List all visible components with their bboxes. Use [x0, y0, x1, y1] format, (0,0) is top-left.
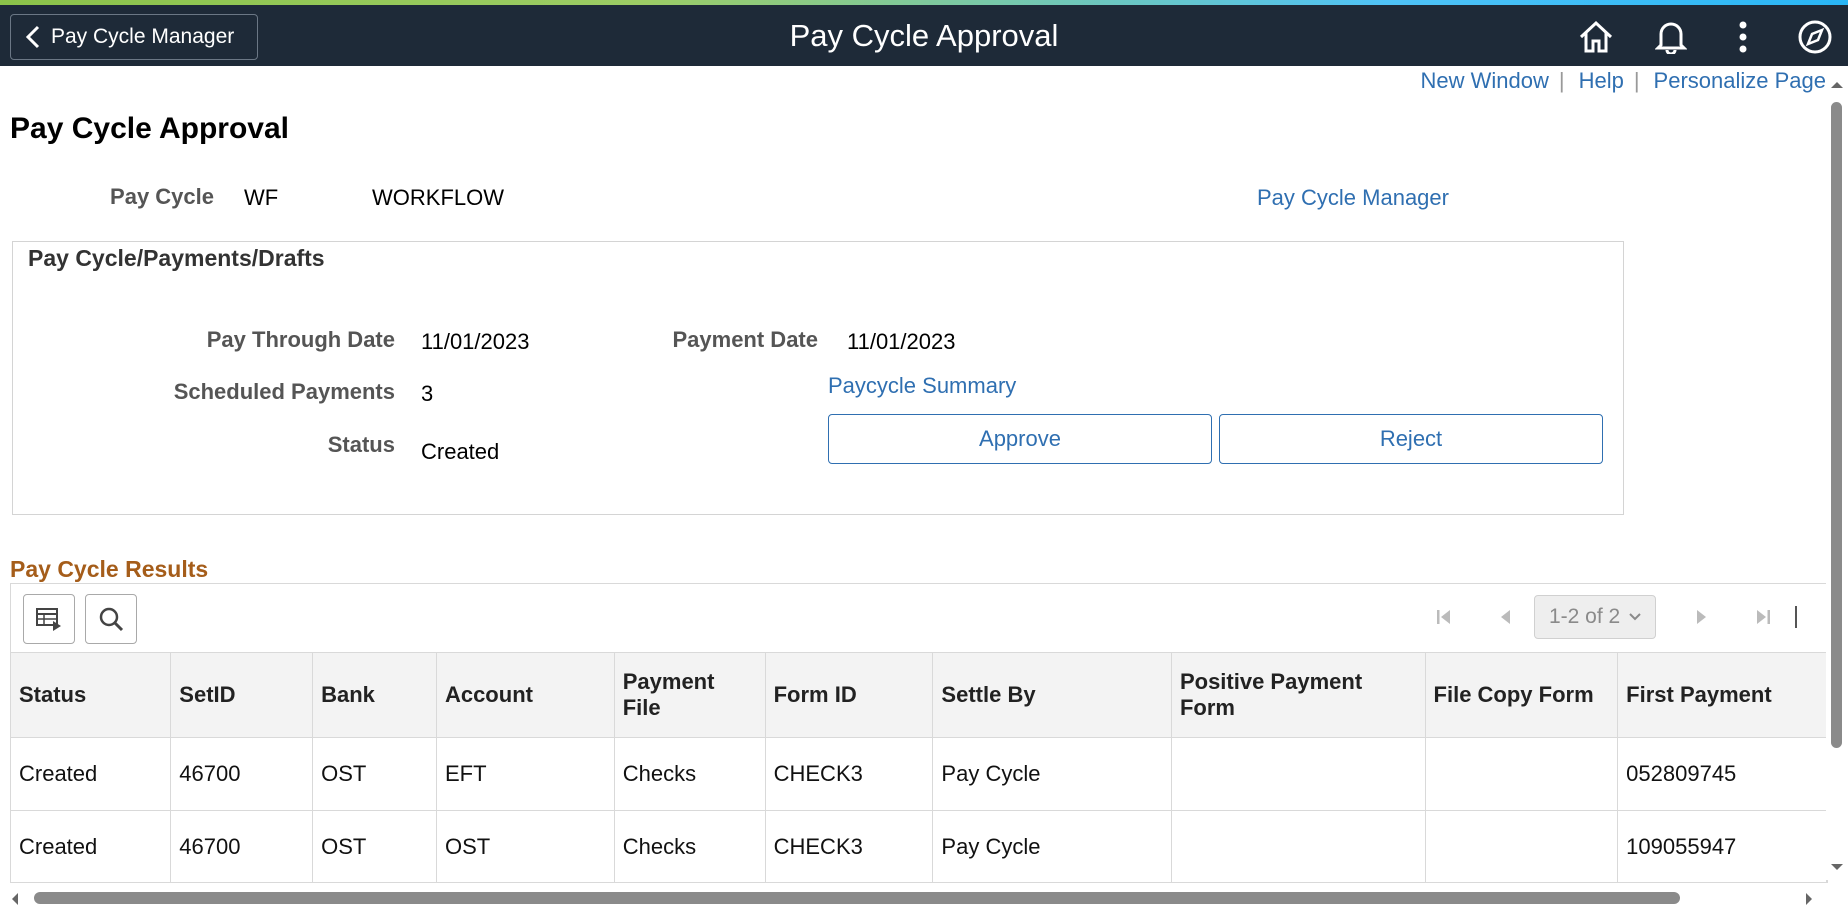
scroll-down-icon[interactable] — [1829, 862, 1845, 872]
pay-cycle-code: WF — [244, 185, 279, 210]
utility-links: New Window | Help | Personalize Page — [1420, 68, 1826, 94]
cell-bank: OST — [312, 737, 437, 811]
column-header-positive-payment-form[interactable]: Positive Payment Form — [1171, 652, 1426, 738]
new-window-link[interactable]: New Window — [1420, 68, 1548, 93]
column-header-first-payment[interactable]: First Payment — [1617, 652, 1827, 738]
cell-form-id: CHECK3 — [765, 737, 934, 811]
personalize-page-link[interactable]: Personalize Page — [1654, 68, 1826, 93]
cell-setid: 46700 — [170, 737, 314, 811]
top-navigation-bar: Pay Cycle Manager Pay Cycle Approval — [0, 5, 1848, 66]
approve-button[interactable]: Approve — [828, 414, 1212, 464]
next-page-icon[interactable] — [1686, 602, 1716, 632]
toolbar-divider — [1795, 606, 1797, 628]
scroll-up-icon[interactable] — [1829, 80, 1845, 90]
notifications-icon[interactable] — [1651, 17, 1691, 57]
cell-status: Created — [11, 810, 172, 882]
cell-payment-file: Checks — [614, 810, 766, 882]
first-page-icon[interactable] — [1429, 602, 1459, 632]
separator: | — [1633, 68, 1640, 93]
column-header-settle-by[interactable]: Settle By — [932, 652, 1172, 738]
cell-payment-file: Checks — [614, 737, 766, 811]
column-header-payment-file[interactable]: Payment File — [614, 652, 766, 738]
chevron-down-icon — [1629, 613, 1641, 621]
cell-settle-by: Pay Cycle — [932, 737, 1172, 811]
cell-file-copy-form — [1425, 737, 1619, 811]
home-icon[interactable] — [1576, 17, 1616, 57]
page-range-text: 1-2 of 2 — [1549, 605, 1621, 628]
search-icon[interactable] — [85, 594, 137, 644]
column-header-form-id[interactable]: Form ID — [765, 652, 934, 738]
group-box-title: Pay Cycle/Payments/Drafts — [28, 245, 325, 271]
page-title: Pay Cycle Approval — [10, 112, 290, 145]
page-range-select[interactable]: 1-2 of 2 — [1534, 595, 1656, 639]
cell-settle-by: Pay Cycle — [932, 810, 1172, 882]
table-row[interactable]: Created 46700 OST EFT Checks CHECK3 Pay … — [11, 737, 1827, 811]
cell-first-payment: 052809745 — [1617, 737, 1827, 811]
previous-page-icon[interactable] — [1491, 602, 1521, 632]
last-page-icon[interactable] — [1748, 602, 1778, 632]
results-table: Status SetID Bank Account Payment File F… — [11, 652, 1827, 882]
cell-setid: 46700 — [170, 810, 314, 882]
pay-cycle-label: Pay Cycle — [110, 184, 214, 209]
actions-menu-icon[interactable] — [1723, 17, 1763, 57]
status-value: Created — [421, 439, 500, 464]
pay-through-date-label: Pay Through Date — [206, 327, 395, 352]
paycycle-summary-link[interactable]: Paycycle Summary — [828, 373, 1016, 399]
payment-date-value: 11/01/2023 — [847, 329, 956, 354]
cell-bank: OST — [312, 810, 437, 882]
pay-cycle-description: WORKFLOW — [372, 185, 504, 210]
app-title: Pay Cycle Approval — [789, 18, 1059, 53]
results-grid: 1-2 of 2 Status SetID Bank Account Payme… — [10, 583, 1828, 883]
table-row[interactable]: Created 46700 OST OST Checks CHECK3 Pay … — [11, 810, 1827, 882]
pay-through-date-value: 11/01/2023 — [421, 329, 530, 354]
back-button-label: Pay Cycle Manager — [51, 25, 235, 48]
scheduled-payments-value: 3 — [421, 381, 434, 406]
cell-status: Created — [11, 737, 172, 811]
scroll-left-icon[interactable] — [10, 891, 20, 907]
chevron-left-icon — [25, 25, 40, 49]
cell-first-payment: 109055947 — [1617, 810, 1827, 882]
column-header-bank[interactable]: Bank — [312, 652, 437, 738]
navbar-compass-icon[interactable] — [1795, 17, 1835, 57]
column-header-file-copy-form[interactable]: File Copy Form — [1425, 652, 1619, 738]
column-header-status[interactable]: Status — [11, 652, 172, 738]
results-grid-title: Pay Cycle Results — [10, 556, 209, 582]
column-header-account[interactable]: Account — [436, 652, 615, 738]
cell-positive-payment-form — [1171, 810, 1426, 882]
vertical-scrollbar-thumb[interactable] — [1831, 102, 1842, 748]
column-header-setid[interactable]: SetID — [170, 652, 314, 738]
back-button[interactable]: Pay Cycle Manager — [10, 14, 258, 60]
payment-date-label: Payment Date — [672, 327, 818, 352]
pay-cycle-manager-link[interactable]: Pay Cycle Manager — [1257, 185, 1449, 211]
cell-file-copy-form — [1425, 810, 1619, 882]
status-label: Status — [327, 432, 395, 457]
horizontal-scrollbar-thumb[interactable] — [34, 892, 1680, 904]
cell-positive-payment-form — [1171, 737, 1426, 811]
cell-form-id: CHECK3 — [765, 810, 934, 882]
cell-account: OST — [436, 810, 615, 882]
personalize-grid-icon[interactable] — [23, 594, 75, 644]
grid-toolbar: 1-2 of 2 — [11, 584, 1827, 652]
cell-account: EFT — [436, 737, 615, 811]
scheduled-payments-label: Scheduled Payments — [173, 379, 395, 404]
separator: | — [1558, 68, 1565, 93]
table-header-row: Status SetID Bank Account Payment File F… — [11, 652, 1827, 738]
help-link[interactable]: Help — [1579, 68, 1624, 93]
reject-button[interactable]: Reject — [1219, 414, 1603, 464]
pay-cycle-group-box — [12, 241, 1624, 515]
scroll-right-icon[interactable] — [1804, 891, 1814, 907]
